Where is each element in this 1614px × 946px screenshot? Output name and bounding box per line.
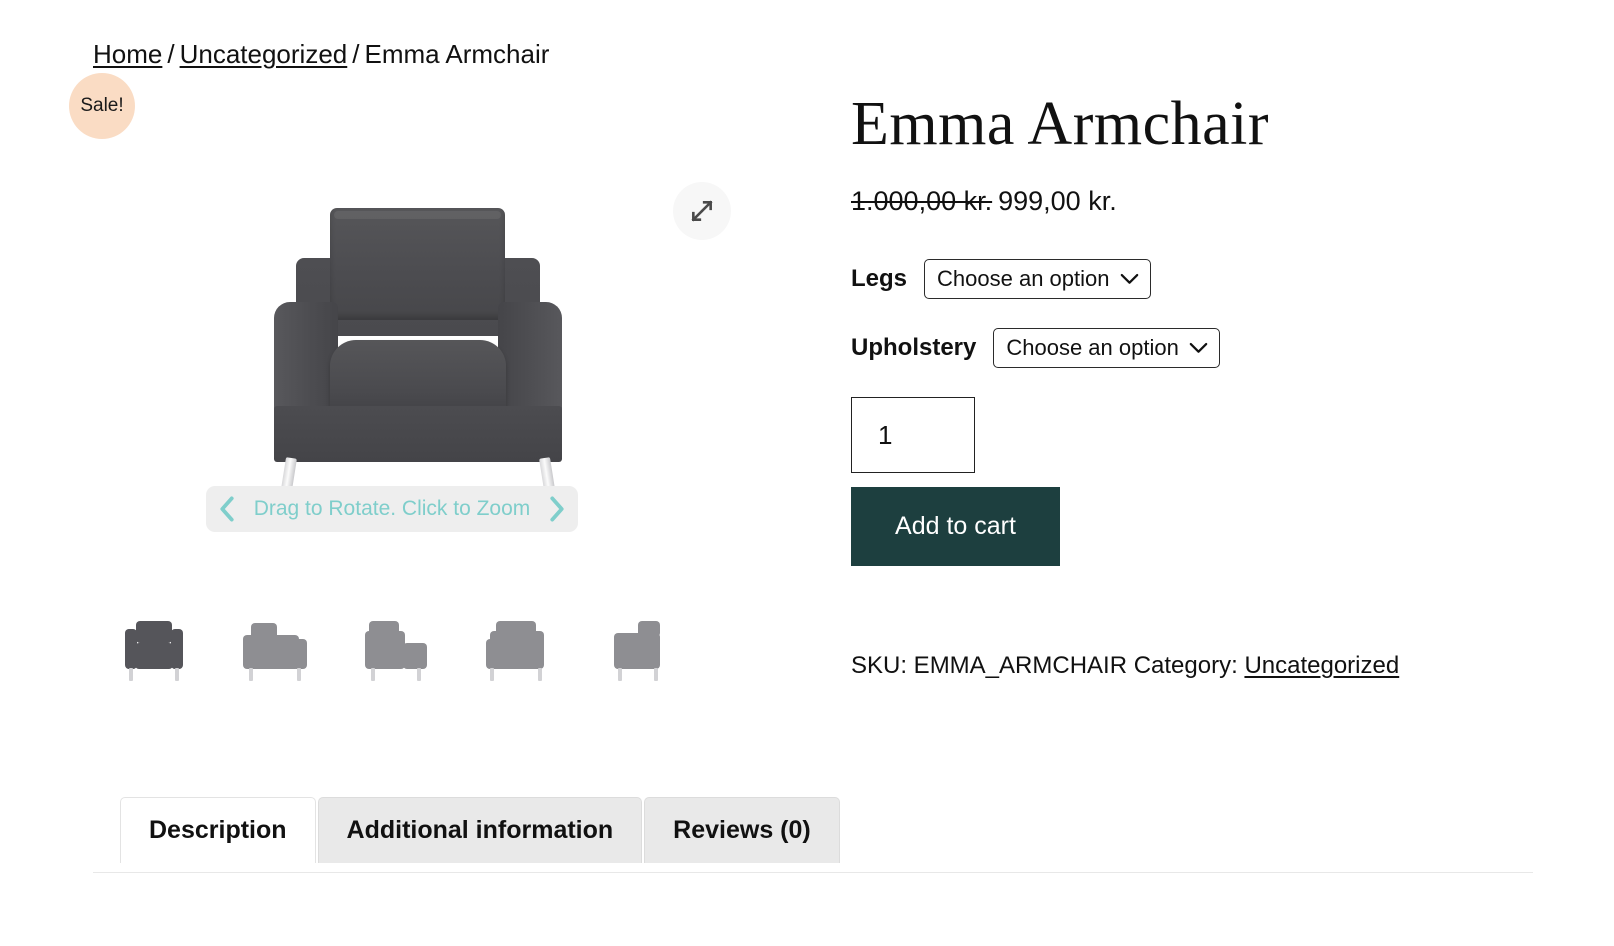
chair-back-cushion bbox=[330, 208, 505, 320]
product-category-link[interactable]: Uncategorized bbox=[1244, 652, 1399, 679]
tab-reviews[interactable]: Reviews (0) bbox=[644, 797, 840, 863]
upholstery-select-wrapper: Choose an option bbox=[993, 328, 1221, 368]
product-image-main bbox=[268, 208, 568, 508]
variation-label-upholstery: Upholstery bbox=[851, 334, 977, 361]
thumbnail-item[interactable] bbox=[335, 583, 456, 681]
sku-text: SKU: EMMA_ARMCHAIR Category: bbox=[851, 652, 1238, 679]
legs-select[interactable]: Choose an option bbox=[924, 259, 1152, 299]
thumbnail-item[interactable] bbox=[456, 583, 577, 681]
expand-arrows-icon[interactable] bbox=[673, 182, 731, 240]
thumbnail-item[interactable] bbox=[214, 583, 335, 681]
breadcrumb-home-link[interactable]: Home bbox=[93, 39, 162, 69]
variation-row-legs: Legs Choose an option bbox=[851, 259, 1551, 299]
breadcrumb-separator-2: / bbox=[352, 39, 360, 69]
breadcrumb-current: Emma Armchair bbox=[364, 39, 550, 69]
product-summary: Emma Armchair 1.000,00 kr. 999,00 kr. Leg… bbox=[851, 88, 1551, 680]
variation-form: Legs Choose an option Upholstery Choose … bbox=[851, 259, 1551, 368]
legs-select-wrapper: Choose an option bbox=[924, 259, 1152, 299]
rotate-hint-bar[interactable]: Drag to Rotate. Click to Zoom bbox=[206, 486, 578, 532]
status-badge-sale: Sale! bbox=[69, 73, 135, 139]
product-page: Home / Uncategorized / Emma Armchair Sale! bbox=[0, 0, 1614, 946]
thumbnail-item[interactable] bbox=[577, 583, 698, 681]
breadcrumb-separator-1: / bbox=[167, 39, 175, 69]
tabs-divider bbox=[93, 872, 1533, 873]
price-sale: 999,00 kr. bbox=[998, 186, 1117, 216]
chevron-right-icon[interactable] bbox=[548, 496, 566, 522]
sale-badge-label: Sale! bbox=[80, 95, 124, 116]
quantity-wrapper bbox=[851, 397, 1551, 473]
tab-description[interactable]: Description bbox=[120, 797, 316, 863]
chevron-left-icon[interactable] bbox=[218, 496, 236, 522]
upholstery-select[interactable]: Choose an option bbox=[993, 328, 1221, 368]
chair-base bbox=[274, 406, 562, 462]
page-title: Emma Armchair bbox=[851, 90, 1269, 158]
breadcrumb-category-link[interactable]: Uncategorized bbox=[180, 39, 348, 69]
breadcrumb: Home / Uncategorized / Emma Armchair bbox=[93, 38, 549, 70]
tab-additional-information[interactable]: Additional information bbox=[317, 797, 643, 863]
quantity-stepper[interactable] bbox=[851, 397, 975, 473]
product-gallery: Drag to Rotate. Click to Zoom bbox=[93, 88, 753, 681]
thumbnail-item[interactable] bbox=[93, 583, 214, 681]
product-tabs: Description Additional information Revie… bbox=[120, 797, 842, 863]
product-price: 1.000,00 kr. 999,00 kr. bbox=[851, 186, 1551, 217]
price-original: 1.000,00 kr. bbox=[851, 186, 993, 216]
variation-row-upholstery: Upholstery Choose an option bbox=[851, 328, 1551, 368]
rotate-hint-label: Drag to Rotate. Click to Zoom bbox=[253, 497, 531, 520]
add-to-cart-button[interactable]: Add to cart bbox=[851, 487, 1060, 566]
product-3d-viewer[interactable]: Drag to Rotate. Click to Zoom bbox=[93, 88, 753, 532]
thumbnail-strip bbox=[93, 583, 753, 681]
product-meta: SKU: EMMA_ARMCHAIR Category: Uncategoriz… bbox=[851, 652, 1551, 680]
chair-seat-cushion bbox=[330, 340, 506, 414]
variation-label-legs: Legs bbox=[851, 265, 908, 292]
